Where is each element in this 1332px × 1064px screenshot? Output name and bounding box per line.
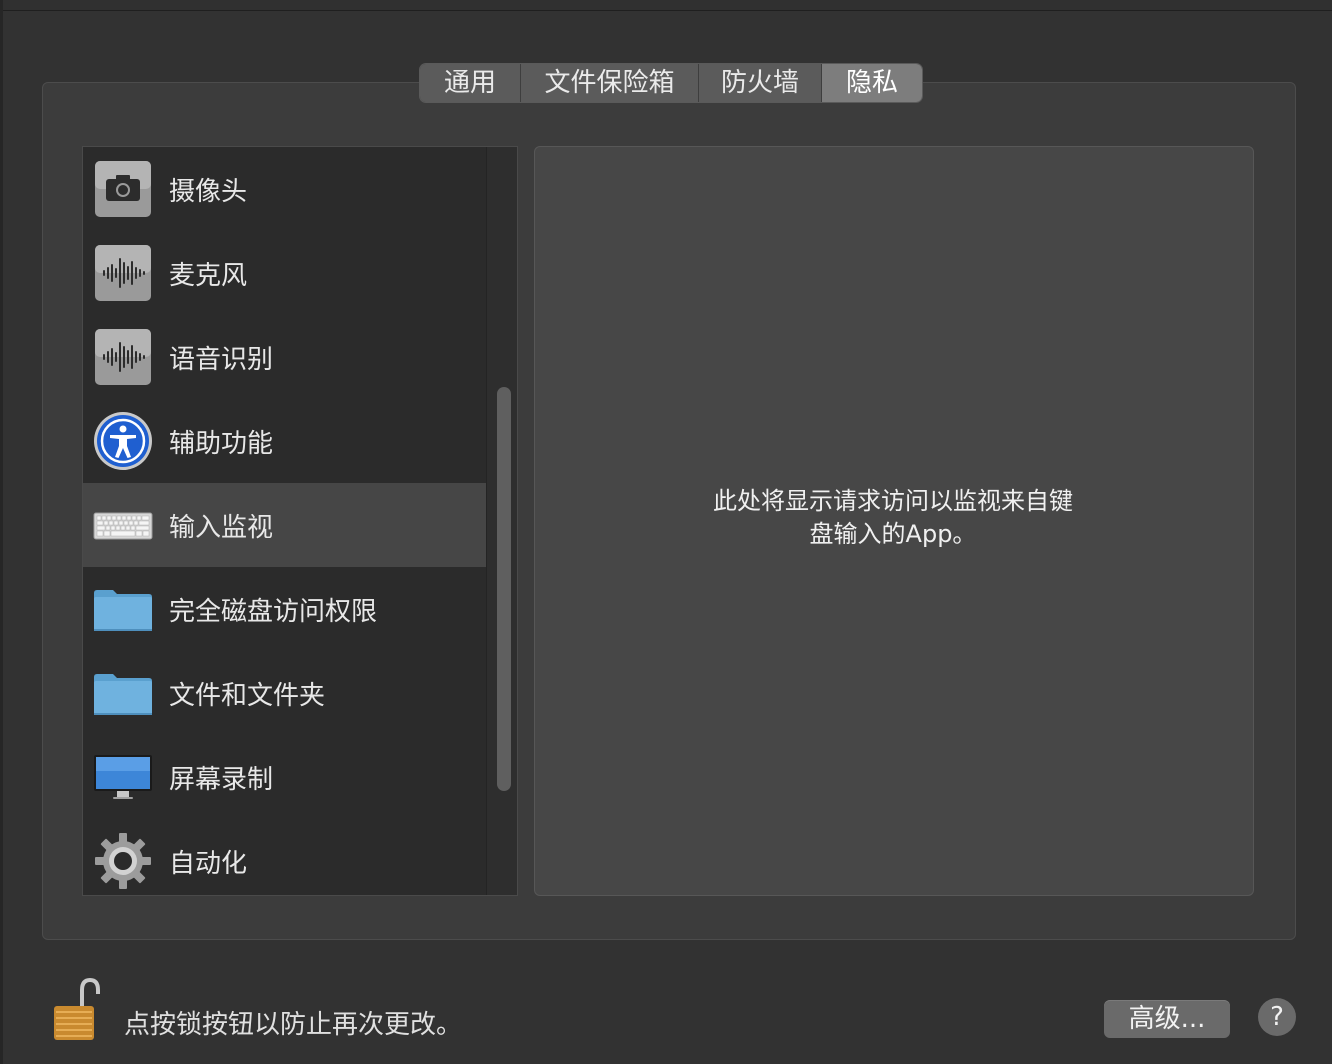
privacy-category-list[interactable]: 摄像头 麦克风 语音识别 辅助功能 输入监视 完全磁盘访问权限 文件和文件夹 屏… xyxy=(82,146,518,896)
tab-privacy[interactable]: 隐私 xyxy=(822,64,922,102)
unlocked-padlock-icon[interactable] xyxy=(52,978,104,1042)
list-item-screen-recording[interactable]: 屏幕录制 xyxy=(83,735,486,819)
list-item-microphone[interactable]: 麦克风 xyxy=(83,231,486,315)
list-item-label: 语音识别 xyxy=(169,344,274,375)
gear-icon xyxy=(95,833,151,889)
display-icon xyxy=(94,755,152,799)
accessibility-icon xyxy=(94,412,152,470)
list-item-speech-recognition[interactable]: 语音识别 xyxy=(83,315,486,399)
list-item-full-disk-access[interactable]: 完全磁盘访问权限 xyxy=(83,567,486,651)
list-item-label: 麦克风 xyxy=(169,260,248,291)
app-permissions-panel: 此处将显示请求访问以监视来自键 盘输入的App。 xyxy=(534,146,1254,896)
help-button[interactable]: ? xyxy=(1258,998,1296,1036)
window-left-edge xyxy=(0,0,3,1064)
list-item-label: 输入监视 xyxy=(169,512,274,543)
tab-firewall[interactable]: 防火墙 xyxy=(699,64,822,102)
empty-state-line-2: 盘输入的App。 xyxy=(809,520,977,548)
lock-hint-text: 点按锁按钮以防止再次更改。 xyxy=(124,1010,463,1040)
tab-filevault[interactable]: 文件保险箱 xyxy=(521,64,699,102)
list-item-input-monitoring[interactable]: 输入监视 xyxy=(83,483,486,567)
list-item-label: 自动化 xyxy=(169,848,248,879)
list-item-label: 摄像头 xyxy=(169,176,248,207)
advanced-button[interactable]: 高级... xyxy=(1104,1000,1230,1038)
empty-state-message: 此处将显示请求访问以监视来自键 盘输入的App。 xyxy=(535,485,1251,551)
keyboard-icon xyxy=(93,512,153,540)
list-item-files-and-folders[interactable]: 文件和文件夹 xyxy=(83,651,486,735)
microphone-waveform-icon xyxy=(95,245,151,301)
list-scrollbar-thumb[interactable] xyxy=(497,387,511,791)
folder-icon xyxy=(94,674,152,715)
list-item-label: 完全磁盘访问权限 xyxy=(169,596,378,627)
empty-state-line-1: 此处将显示请求访问以监视来自键 xyxy=(713,487,1073,515)
list-item-label: 屏幕录制 xyxy=(169,764,274,795)
list-item-camera[interactable]: 摄像头 xyxy=(83,147,486,231)
window-top-edge xyxy=(0,0,1332,11)
list-item-label: 文件和文件夹 xyxy=(169,680,326,711)
camera-icon xyxy=(95,161,151,217)
list-item-accessibility[interactable]: 辅助功能 xyxy=(83,399,486,483)
list-scrollbar-track[interactable] xyxy=(486,147,517,895)
list-item-automation[interactable]: 自动化 xyxy=(83,819,486,895)
folder-icon xyxy=(94,590,152,631)
list-item-label: 辅助功能 xyxy=(169,428,274,459)
tab-general[interactable]: 通用 xyxy=(420,64,521,102)
speech-waveform-icon xyxy=(95,329,151,385)
tab-bar: 通用 文件保险箱 防火墙 隐私 xyxy=(420,64,922,102)
